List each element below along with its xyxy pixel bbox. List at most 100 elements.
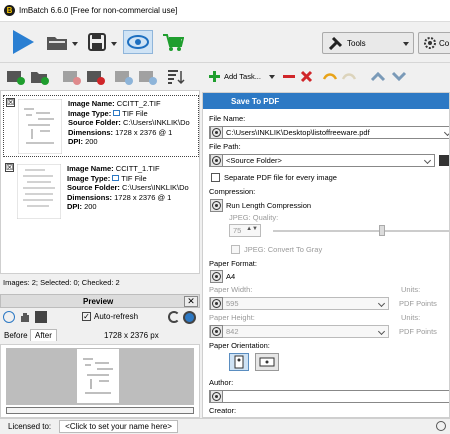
chevron-down-icon[interactable] bbox=[377, 327, 386, 336]
chevron-down-icon[interactable] bbox=[423, 156, 432, 165]
preset-icon[interactable] bbox=[210, 325, 223, 338]
paper-format-select[interactable]: A4 bbox=[209, 270, 449, 283]
paper-width-field[interactable]: 595 bbox=[209, 297, 389, 310]
preview-scrollbar[interactable] bbox=[6, 407, 194, 414]
preview-toggle-button[interactable] bbox=[123, 30, 153, 54]
undo-icon[interactable] bbox=[322, 70, 338, 83]
compression-select[interactable]: Run Length Compression bbox=[209, 199, 449, 212]
title-bar: B ImBatch 6.6.0 [Free for non-commercial… bbox=[0, 0, 450, 22]
sort-button[interactable] bbox=[166, 68, 186, 86]
move-down-icon[interactable] bbox=[391, 70, 407, 83]
paper-height-field[interactable]: 842 bbox=[209, 325, 389, 338]
image-thumbnail bbox=[17, 98, 63, 155]
task-toolbar: Add Task... bbox=[202, 64, 450, 92]
remove-all-button[interactable] bbox=[86, 68, 106, 86]
item-checkbox[interactable]: ☒ bbox=[5, 163, 14, 172]
portrait-icon bbox=[234, 355, 244, 369]
tab-after[interactable]: After bbox=[30, 329, 57, 341]
file-path-label: File Path: bbox=[209, 142, 241, 151]
sort-icon bbox=[168, 70, 185, 85]
list-item[interactable]: ☒ Image Name: CCITT_1.TIF Image Type: TI… bbox=[3, 161, 199, 223]
task-header[interactable]: Save To PDF bbox=[203, 93, 449, 109]
status-bar: Licensed to: <Click to set your name her… bbox=[0, 418, 450, 434]
preset-icon[interactable] bbox=[210, 270, 223, 283]
zoom-icon[interactable] bbox=[3, 311, 15, 323]
status-icon[interactable] bbox=[436, 421, 446, 431]
paper-width-label: Paper Width: bbox=[209, 285, 253, 294]
landscape-icon bbox=[259, 357, 275, 367]
jpeg-quality-slider[interactable] bbox=[273, 230, 449, 232]
remove-image-icon bbox=[63, 71, 81, 85]
preview-toolbar: ✓ Auto-refresh bbox=[0, 309, 200, 327]
portrait-button[interactable] bbox=[229, 353, 249, 371]
run-button[interactable] bbox=[8, 26, 38, 58]
preset-icon[interactable] bbox=[210, 126, 223, 139]
image-thumbnail bbox=[16, 163, 62, 220]
file-name-label: File Name: bbox=[209, 114, 246, 123]
fit-icon[interactable] bbox=[35, 311, 47, 323]
co-button[interactable]: Co bbox=[418, 32, 450, 54]
list-item[interactable]: ☒ Image Name: CCITT_2.TIF Image Type: TI… bbox=[3, 95, 199, 157]
add-task-button[interactable]: Add Task... bbox=[224, 72, 261, 81]
file-path-field[interactable]: <Source Folder> bbox=[209, 154, 435, 167]
units-select[interactable]: PDF Points bbox=[395, 325, 449, 338]
chevron-down-icon[interactable] bbox=[111, 42, 117, 46]
chevron-down-icon[interactable] bbox=[72, 42, 78, 46]
file-name-field[interactable]: C:\Users\INKLIK\Desktop\listoffreeware.p… bbox=[209, 126, 449, 139]
remove-image-button[interactable] bbox=[62, 68, 82, 86]
paper-height-label: Paper Height: bbox=[209, 313, 255, 322]
slider-handle[interactable] bbox=[379, 225, 385, 236]
add-images-button[interactable] bbox=[6, 68, 26, 86]
redo-icon[interactable] bbox=[341, 70, 357, 83]
add-folder-button[interactable] bbox=[30, 68, 50, 86]
auto-refresh-checkbox[interactable]: ✓ bbox=[82, 312, 91, 321]
app-logo-icon: B bbox=[4, 5, 15, 16]
preset-icon[interactable] bbox=[210, 154, 223, 167]
file-type-icon bbox=[113, 109, 121, 116]
item-checkbox[interactable]: ☒ bbox=[6, 98, 15, 107]
tools-button[interactable]: Tools bbox=[322, 32, 414, 54]
hand-icon[interactable] bbox=[19, 311, 31, 323]
image-count-status: Images: 2; Selected: 0; Checked: 2 bbox=[3, 278, 120, 287]
tab-before[interactable]: Before bbox=[4, 331, 28, 340]
licensed-label: Licensed to: bbox=[8, 422, 52, 431]
thumbnail-drawing bbox=[16, 163, 62, 220]
preview-canvas[interactable] bbox=[0, 344, 200, 418]
save-button[interactable] bbox=[86, 31, 108, 53]
units-select[interactable]: PDF Points bbox=[395, 297, 449, 310]
preview-dimensions: 1728 x 2376 px bbox=[104, 331, 159, 340]
refresh-icon[interactable] bbox=[168, 311, 180, 323]
close-icon[interactable]: ✕ bbox=[184, 296, 198, 307]
wrench-icon bbox=[329, 37, 343, 50]
add-task-icon[interactable] bbox=[208, 70, 221, 83]
remove-task-icon[interactable] bbox=[282, 70, 296, 83]
add-folder-icon bbox=[31, 72, 49, 85]
image-properties-button[interactable] bbox=[138, 68, 158, 86]
preset-icon[interactable] bbox=[210, 390, 223, 403]
jpeg-quality-label: JPEG: Quality: bbox=[229, 213, 279, 222]
jpeg-quality-stepper[interactable]: 75 ▲▼ bbox=[229, 224, 261, 237]
separate-pdf-checkbox[interactable] bbox=[211, 173, 220, 182]
image-info-button[interactable] bbox=[114, 68, 134, 86]
preset-icon[interactable] bbox=[210, 199, 223, 212]
delete-task-icon[interactable] bbox=[300, 70, 313, 83]
licensed-name-field[interactable]: <Click to set your name here> bbox=[59, 420, 178, 433]
chevron-down-icon[interactable] bbox=[443, 128, 449, 137]
creator-label: Creator: bbox=[209, 406, 237, 415]
jpeg-gray-checkbox[interactable] bbox=[231, 245, 240, 254]
folder-icon bbox=[47, 37, 67, 50]
author-field[interactable] bbox=[209, 390, 449, 403]
image-info: Image Name: CCITT_1.TIF Image Type: TIF … bbox=[67, 164, 189, 211]
image-list[interactable]: ☒ Image Name: CCITT_2.TIF Image Type: TI… bbox=[0, 90, 200, 274]
open-folder-button[interactable] bbox=[44, 31, 70, 53]
tools-label: Tools bbox=[347, 38, 366, 48]
add-image-icon bbox=[7, 71, 25, 85]
move-up-icon[interactable] bbox=[370, 70, 386, 83]
browse-folder-icon[interactable] bbox=[439, 155, 449, 166]
chevron-down-icon[interactable] bbox=[269, 75, 275, 79]
preview-toggle-icon[interactable] bbox=[183, 311, 196, 324]
chevron-down-icon[interactable] bbox=[377, 299, 386, 308]
landscape-button[interactable] bbox=[255, 353, 279, 371]
shop-button[interactable] bbox=[160, 31, 186, 53]
preset-icon[interactable] bbox=[210, 297, 223, 310]
